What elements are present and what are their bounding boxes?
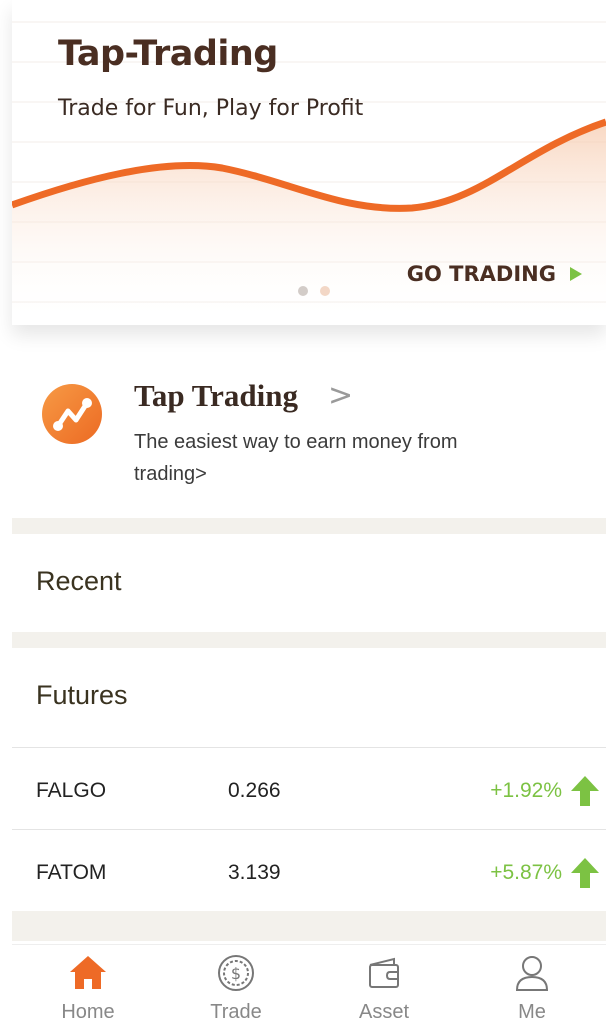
wallet-icon <box>369 957 399 988</box>
play-arrow-icon <box>570 267 582 281</box>
chevron-right-icon[interactable]: > <box>328 378 353 413</box>
futures-section-title: Futures <box>36 680 128 710</box>
tap-trading-title[interactable]: Tap Trading <box>134 378 298 414</box>
tab-trade[interactable]: $ Trade <box>162 945 310 1027</box>
market-change: +5.87% <box>490 861 562 884</box>
carousel-dot <box>298 286 308 296</box>
banner-subtitle: Trade for Fun, Play for Profit <box>58 96 364 121</box>
tab-home-label: Home <box>61 1001 115 1023</box>
tab-trade-label: Trade <box>210 1001 262 1023</box>
banner-title: Tap-Trading <box>58 34 278 74</box>
tab-asset[interactable]: Asset <box>310 945 458 1027</box>
trade-dollar-icon: $ <box>218 955 254 991</box>
carousel-dot <box>320 286 330 296</box>
home-icon <box>70 956 106 989</box>
go-trading-label: GO TRADING <box>406 262 556 286</box>
market-symbol: FALGO <box>36 779 107 802</box>
section-separator <box>12 518 606 534</box>
section-separator <box>12 632 606 648</box>
tab-asset-label: Asset <box>358 1001 410 1023</box>
table-row[interactable]: FATOM 3.139 +5.87% <box>12 831 606 911</box>
market-change: +1.92% <box>490 779 562 802</box>
market-price: 0.266 <box>228 779 281 802</box>
market-symbol: FATOM <box>36 861 107 884</box>
bottom-tab-bar: Home $ Trade Asset Me <box>12 944 606 1027</box>
go-trading-button[interactable]: GO TRADING <box>407 262 582 286</box>
tap-trading-description[interactable]: The easiest way to earn money from tradi… <box>134 426 534 490</box>
market-price: 3.139 <box>228 861 281 884</box>
table-row[interactable]: FALGO 0.266 +1.92% <box>12 749 606 829</box>
carousel-indicator <box>298 286 330 296</box>
tab-home[interactable]: Home <box>14 945 162 1027</box>
svg-text:$: $ <box>231 964 241 983</box>
promo-banner[interactable]: Tap-Trading Trade for Fun, Play for Prof… <box>12 0 606 325</box>
tab-me-label: Me <box>518 1001 546 1023</box>
tab-me[interactable]: Me <box>458 945 606 1027</box>
divider <box>12 829 606 830</box>
user-icon <box>515 956 549 991</box>
divider <box>12 747 606 748</box>
tap-trading-logo-icon[interactable] <box>42 384 102 444</box>
arrow-up-icon <box>571 858 599 888</box>
recent-section-title: Recent <box>36 566 122 596</box>
arrow-up-icon <box>571 776 599 806</box>
section-separator <box>12 911 606 941</box>
